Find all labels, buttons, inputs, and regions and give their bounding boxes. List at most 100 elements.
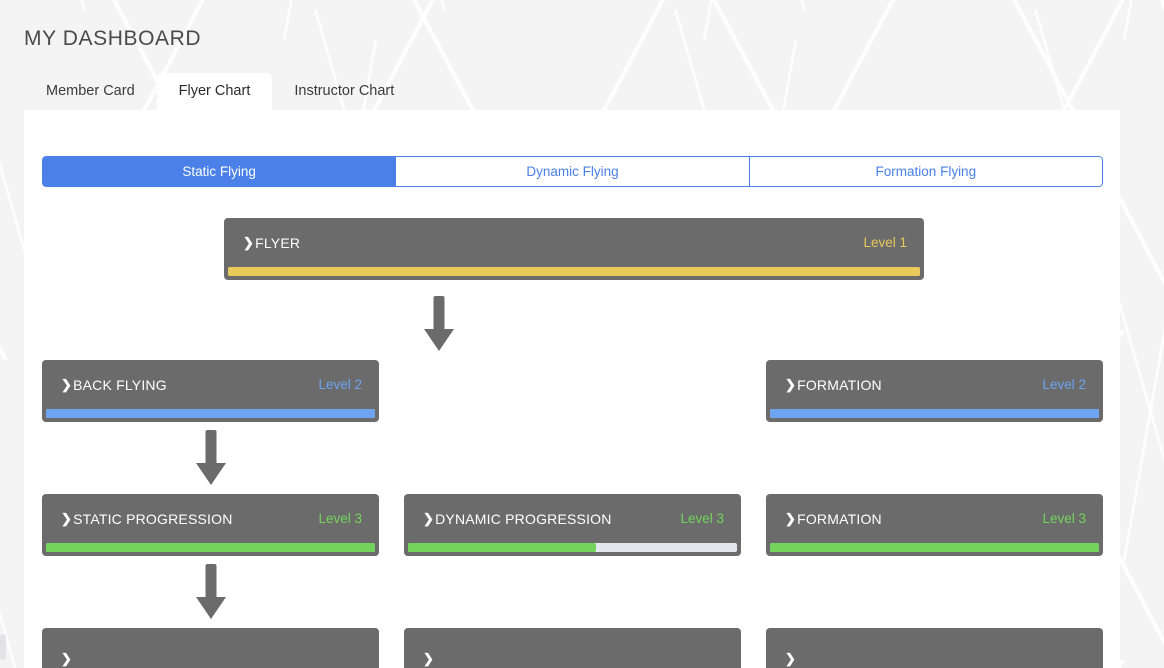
- progress-fill: [770, 409, 1099, 418]
- chart-row-level2: ❯ BACK FLYING Level 2 ❯ FORMATION Level …: [42, 360, 1103, 422]
- tab-bar: Member Card Flyer Chart Instructor Chart: [24, 73, 416, 111]
- node-level-badge: Level 2: [318, 377, 362, 392]
- arrow-cell-1: [42, 422, 379, 494]
- node-header: ❯ DYNAMIC PROGRESSION Level 3: [404, 494, 741, 543]
- node-header: ❯ FORMATION Level 2: [766, 360, 1103, 409]
- chevron-right-icon: ❯: [243, 234, 255, 250]
- node-header: ❯ FORMATION Level 3: [766, 494, 1103, 543]
- node-title: FORMATION: [797, 376, 882, 393]
- node-title: STATIC PROGRESSION: [73, 510, 233, 527]
- node-title-wrap: ❯ BACK FLYING: [61, 377, 167, 393]
- node-title-wrap: ❯ STATIC PROGRESSION: [61, 511, 233, 527]
- chart-row-level4-partial: ❯ ❯ ❯: [42, 628, 1103, 668]
- progress-track: [46, 543, 375, 552]
- progress-track: [770, 543, 1099, 552]
- chart-col-1: ❯ STATIC PROGRESSION Level 3: [42, 494, 379, 556]
- progress-fill: [46, 409, 375, 418]
- node-level4-3[interactable]: ❯: [766, 628, 1103, 668]
- progress-fill: [46, 543, 375, 552]
- arrow-head: [195, 463, 226, 485]
- node-header: ❯: [42, 628, 379, 668]
- segment-static-flying[interactable]: Static Flying: [42, 156, 397, 187]
- chart-row-level1: ❯ FLYER Level 1: [42, 218, 1103, 288]
- arrow-down-icon: [423, 296, 455, 352]
- node-title-wrap: ❯ DYNAMIC PROGRESSION: [423, 511, 612, 527]
- arrow-cell-2: [404, 556, 741, 628]
- tab-member-card[interactable]: Member Card: [24, 73, 157, 111]
- chevron-right-icon: ❯: [61, 651, 73, 666]
- tab-instructor-chart[interactable]: Instructor Chart: [272, 73, 416, 111]
- arrow-cell-3: [766, 422, 1103, 494]
- node-formation-level3[interactable]: ❯ FORMATION Level 3: [766, 494, 1103, 556]
- node-title: BACK FLYING: [73, 376, 167, 393]
- node-header: ❯ BACK FLYING Level 2: [42, 360, 379, 409]
- chevron-right-icon: ❯: [61, 510, 73, 526]
- node-header: ❯ FLYER Level 1: [224, 218, 924, 267]
- arrow-cell-1: [42, 556, 379, 628]
- chevron-right-icon: ❯: [785, 376, 797, 392]
- node-level-badge: Level 3: [318, 511, 362, 526]
- page-scrollbar-thumb[interactable]: [0, 634, 6, 660]
- progress-fill: [770, 543, 1099, 552]
- node-title-wrap: ❯ FLYER: [243, 235, 300, 251]
- arrow-cell-3: [766, 556, 1103, 628]
- chevron-right-icon: ❯: [785, 651, 797, 666]
- node-title-wrap: ❯: [785, 651, 797, 667]
- node-title-wrap: ❯ FORMATION: [785, 511, 882, 527]
- chevron-right-icon: ❯: [61, 376, 73, 392]
- node-header: ❯ STATIC PROGRESSION Level 3: [42, 494, 379, 543]
- progress-track: [408, 543, 737, 552]
- segment-formation-flying[interactable]: Formation Flying: [749, 156, 1103, 187]
- chart-row-level3: ❯ STATIC PROGRESSION Level 3 ❯ DYNAMIC P…: [42, 494, 1103, 556]
- arrow-head: [195, 597, 226, 619]
- node-header: ❯: [766, 628, 1103, 668]
- node-level4-1[interactable]: ❯: [42, 628, 379, 668]
- node-title: FLYER: [255, 234, 301, 251]
- node-level-badge: Level 3: [680, 511, 724, 526]
- node-title: DYNAMIC PROGRESSION: [435, 510, 612, 527]
- chart-col-3: ❯ FORMATION Level 2: [766, 360, 1103, 422]
- progression-chart: ❯ FLYER Level 1 ❯ BACK FLYING Level 2 ❯ …: [42, 218, 1103, 668]
- arrow-down-icon: [195, 564, 227, 620]
- chart-col-2: ❯ DYNAMIC PROGRESSION Level 3: [404, 494, 741, 556]
- page-title: MY DASHBOARD: [24, 27, 202, 50]
- chart-col-2: ❯: [404, 628, 741, 668]
- chart-col-1: ❯ BACK FLYING Level 2: [42, 360, 379, 422]
- flyer-chart-panel: Static Flying Dynamic Flying Formation F…: [24, 110, 1120, 668]
- chevron-right-icon: ❯: [785, 510, 797, 526]
- chevron-right-icon: ❯: [423, 510, 435, 526]
- dashboard-page: MY DASHBOARD Member Card Flyer Chart Ins…: [0, 0, 1164, 668]
- arrow-row-3: [42, 556, 1103, 628]
- chevron-right-icon: ❯: [423, 651, 435, 666]
- arrow-head: [424, 329, 454, 351]
- arrow-row-1: [42, 288, 1103, 360]
- chart-col-3: ❯: [766, 628, 1103, 668]
- node-dynamic-progression[interactable]: ❯ DYNAMIC PROGRESSION Level 3: [404, 494, 741, 556]
- node-formation-level2[interactable]: ❯ FORMATION Level 2: [766, 360, 1103, 422]
- node-level-badge: Level 1: [863, 235, 907, 250]
- arrow-cell-2: [404, 422, 741, 494]
- tab-flyer-chart[interactable]: Flyer Chart: [156, 73, 273, 111]
- node-title-wrap: ❯: [61, 651, 73, 667]
- node-title-wrap: ❯: [423, 651, 435, 667]
- segment-dynamic-flying[interactable]: Dynamic Flying: [396, 156, 750, 187]
- node-level-badge: Level 2: [1042, 377, 1086, 392]
- arrow-row-2: [42, 422, 1103, 494]
- chart-col-1: ❯: [42, 628, 379, 668]
- arrow-down-icon: [195, 430, 227, 486]
- node-flyer[interactable]: ❯ FLYER Level 1: [224, 218, 924, 280]
- progress-track: [228, 267, 920, 276]
- progress-track: [770, 409, 1099, 418]
- node-static-progression[interactable]: ❯ STATIC PROGRESSION Level 3: [42, 494, 379, 556]
- node-back-flying[interactable]: ❯ BACK FLYING Level 2: [42, 360, 379, 422]
- node-level4-2[interactable]: ❯: [404, 628, 741, 668]
- node-title: FORMATION: [797, 510, 882, 527]
- flying-type-segmented-control: Static Flying Dynamic Flying Formation F…: [42, 156, 1103, 187]
- node-title-wrap: ❯ FORMATION: [785, 377, 882, 393]
- progress-fill: [408, 543, 596, 552]
- progress-track: [46, 409, 375, 418]
- node-level-badge: Level 3: [1042, 511, 1086, 526]
- node-header: ❯: [404, 628, 741, 668]
- progress-fill: [228, 267, 920, 276]
- chart-col-3: ❯ FORMATION Level 3: [766, 494, 1103, 556]
